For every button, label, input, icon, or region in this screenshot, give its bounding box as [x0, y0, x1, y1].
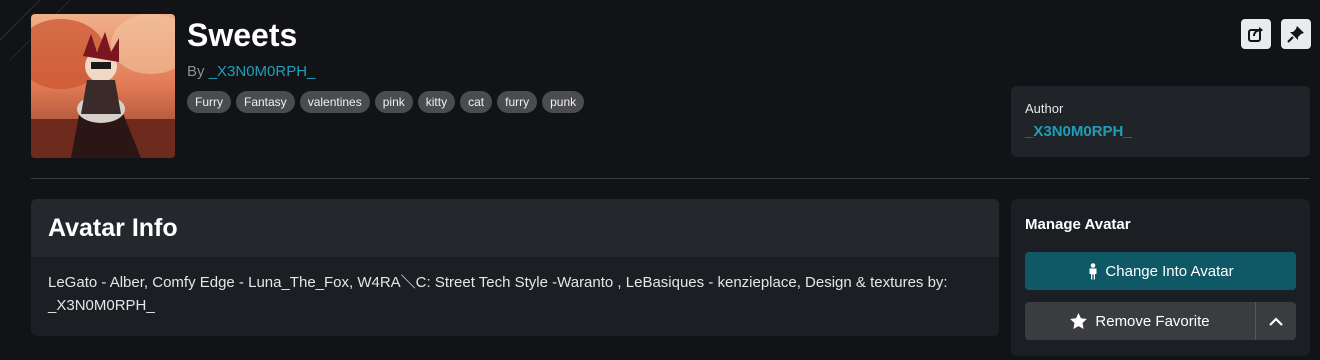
avatar-info-heading: Avatar Info: [31, 199, 999, 257]
section-divider: [31, 178, 1310, 179]
author-byline: By _X3N0M0RPH_: [187, 62, 315, 82]
manage-avatar-card: Manage Avatar Change Into Avatar Remove …: [1011, 199, 1310, 356]
tag[interactable]: valentines: [299, 91, 370, 113]
tag[interactable]: punk: [542, 91, 585, 113]
manage-avatar-heading: Manage Avatar: [1025, 216, 1131, 233]
avatar-thumbnail: [31, 14, 175, 158]
change-into-avatar-button[interactable]: Change Into Avatar: [1025, 252, 1296, 290]
author-link[interactable]: _X3N0M0RPH_: [209, 63, 316, 80]
tag-list: Furry Fantasy valentines pink kitty cat …: [187, 91, 585, 113]
author-label: Author: [1025, 101, 1064, 116]
avatar-info-description: LeGato - Alber, Comfy Edge - Luna_The_Fo…: [48, 274, 948, 314]
favorite-controls: Remove Favorite: [1025, 302, 1296, 340]
author-card: Author _X3N0M0RPH_: [1011, 86, 1310, 157]
tag[interactable]: kitty: [417, 91, 456, 113]
author-name-link[interactable]: _X3N0M0RPH_: [1025, 123, 1296, 140]
avatar-title: Sweets: [187, 17, 298, 53]
favorite-dropdown-toggle[interactable]: [1255, 302, 1296, 340]
remove-favorite-button[interactable]: Remove Favorite: [1025, 302, 1255, 340]
share-button[interactable]: [1241, 19, 1271, 49]
person-icon: [1089, 262, 1097, 279]
change-into-avatar-label: Change Into Avatar: [1105, 262, 1234, 280]
by-prefix: By: [187, 63, 205, 80]
star-icon: [1070, 313, 1088, 329]
chevron-up-icon: [1269, 316, 1283, 326]
remove-favorite-label: Remove Favorite: [1095, 312, 1210, 330]
tag[interactable]: pink: [374, 91, 413, 113]
tag[interactable]: Furry: [187, 91, 231, 113]
tag[interactable]: cat: [460, 91, 493, 113]
pin-button[interactable]: [1281, 19, 1311, 49]
pin-icon: [1287, 26, 1304, 43]
tag[interactable]: furry: [497, 91, 538, 113]
tag[interactable]: Fantasy: [236, 91, 295, 113]
share-icon: [1248, 27, 1263, 42]
avatar-info-card: Avatar Info LeGato - Alber, Comfy Edge -…: [31, 199, 999, 336]
